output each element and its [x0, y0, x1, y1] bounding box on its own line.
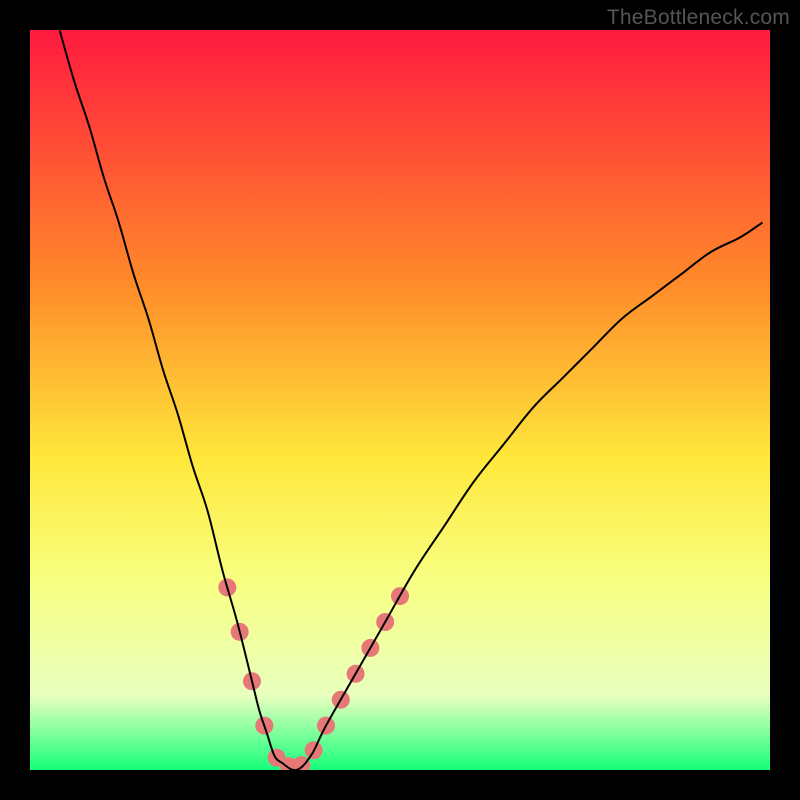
- watermark-text: TheBottleneck.com: [607, 6, 790, 30]
- gradient-background: [30, 30, 770, 770]
- plot-area: [30, 30, 770, 770]
- chart-frame: TheBottleneck.com: [0, 0, 800, 800]
- chart-svg: [30, 30, 770, 770]
